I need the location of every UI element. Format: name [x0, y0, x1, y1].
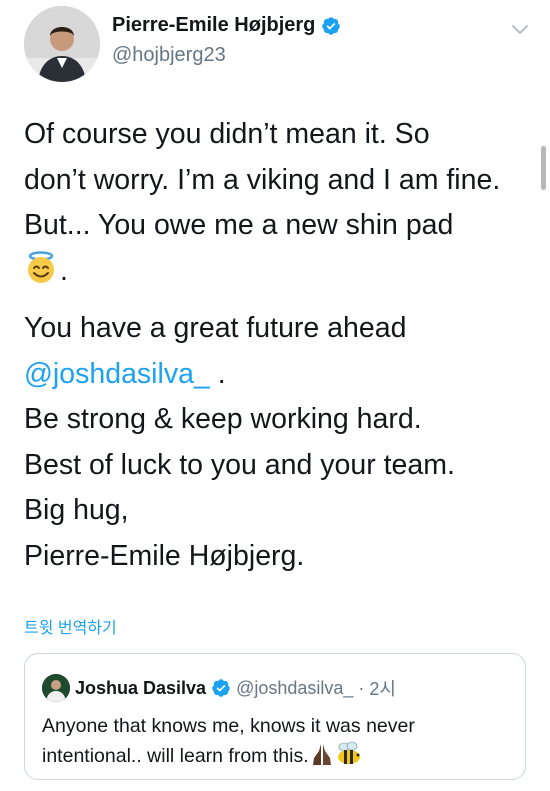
- tweet-line: Best of luck to you and your team.: [24, 448, 455, 481]
- tweet-line: @joshdasilva_ .: [24, 352, 529, 398]
- chevron-down-icon[interactable]: [510, 22, 530, 36]
- author-avatar[interactable]: [24, 6, 100, 82]
- author-display-name[interactable]: Pierre-Emile Højbjerg: [112, 14, 315, 37]
- quoted-tweet-text: Anyone that knows me, knows it was never…: [42, 712, 512, 771]
- tweet-line: Of course you didn’t mean it. So: [24, 118, 430, 150]
- tweet-line: You have a great future ahead: [24, 312, 407, 344]
- quoted-separator: ·: [358, 677, 365, 698]
- honeybee-emoji: [337, 741, 360, 764]
- author-handle[interactable]: @hojbjerg23: [112, 44, 226, 67]
- verified-badge-icon: [322, 16, 341, 35]
- tweet-line: Big hug,: [24, 494, 129, 526]
- tweet-line: Be strong & keep working hard.: [24, 403, 422, 435]
- quoted-author-avatar: [42, 674, 70, 702]
- quoted-tweet-card[interactable]: Joshua Dasilva @joshdasilva_ · 2시 Anyone…: [24, 653, 526, 780]
- tweet-text: Of course you didn’t mean it. So don’t w…: [24, 112, 529, 579]
- quoted-author-handle: @joshdasilva_: [236, 677, 354, 698]
- verified-badge-icon: [212, 679, 230, 697]
- translate-tweet-link[interactable]: 트윗 번역하기: [24, 614, 117, 638]
- tweet-line: But... You owe me a new shin pad: [24, 209, 454, 241]
- quoted-timestamp: 2시: [369, 679, 396, 699]
- scrollbar-thumb[interactable]: [541, 146, 546, 190]
- mention-link[interactable]: @joshdasilva_: [24, 358, 210, 390]
- smiling-face-with-halo-emoji: [28, 250, 54, 283]
- tweet-punctuation: .: [209, 357, 226, 390]
- tweet-line: Pierre-Emile Højbjerg.: [24, 539, 305, 572]
- tweet-line: don’t worry. I’m a viking and I am fine.: [24, 163, 501, 196]
- tweet-line: .: [24, 249, 529, 295]
- tweet-punctuation: .: [60, 254, 68, 287]
- quoted-author-name: Joshua Dasilva: [75, 677, 207, 698]
- folded-hands-emoji: [312, 744, 331, 765]
- quoted-tweet-header: Joshua Dasilva @joshdasilva_ · 2시: [42, 674, 396, 702]
- author-name-line: Pierre-Emile Højbjerg: [112, 14, 341, 37]
